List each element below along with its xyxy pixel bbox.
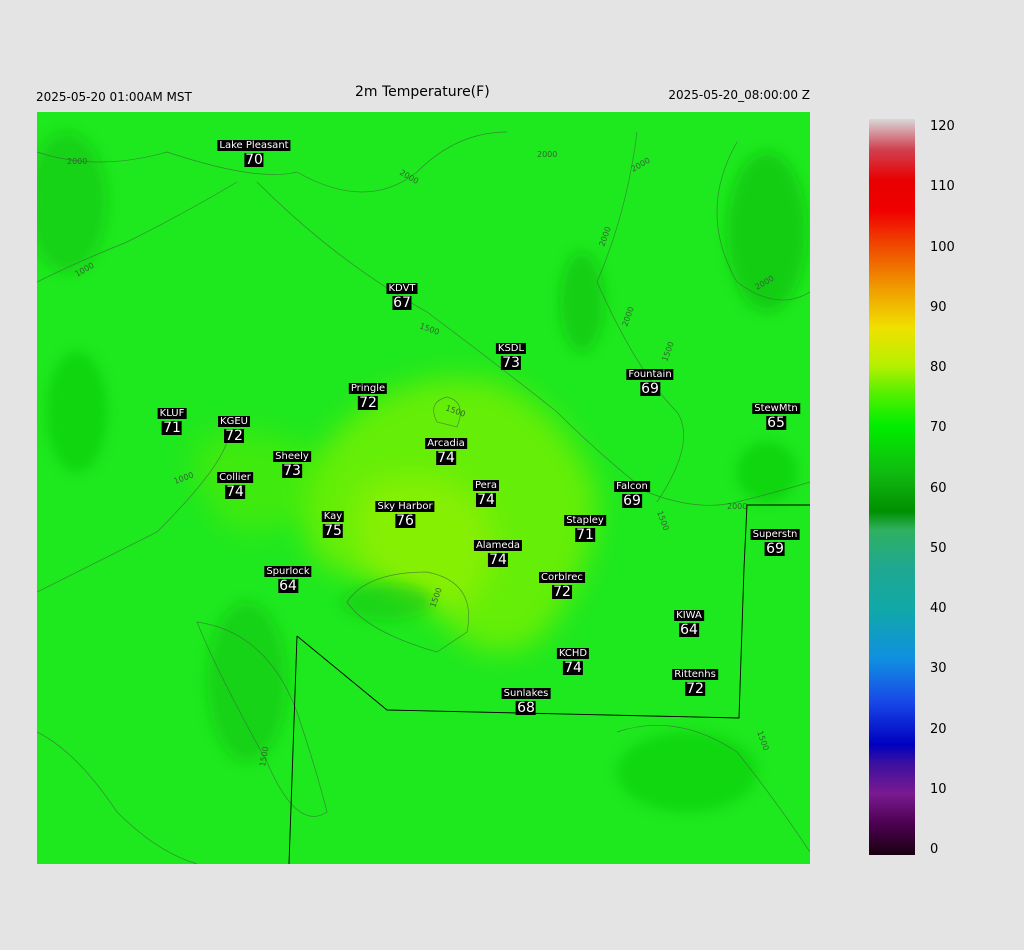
- station-name: Pera: [472, 480, 500, 491]
- station-name: StewMtn: [752, 403, 800, 414]
- station-marker: Kay 75: [321, 511, 345, 539]
- station-temperature: 76: [395, 513, 415, 529]
- station-marker: Pera 74: [472, 480, 500, 508]
- station-temperature: 75: [323, 523, 343, 539]
- colorbar-tick-label: 50: [930, 540, 947, 556]
- station-marker: KLUF 71: [157, 408, 187, 436]
- station-marker: Fountain 69: [626, 369, 674, 397]
- station-marker: Rittenhs 72: [672, 669, 718, 696]
- station-name: Rittenhs: [672, 669, 718, 680]
- station-name: Falcon: [614, 481, 650, 492]
- station-marker: KGEU 72: [218, 416, 250, 443]
- station-name: KGEU: [218, 416, 250, 427]
- colorbar-tick-label: 10: [930, 781, 947, 797]
- station-name: Sky Harbor: [375, 501, 435, 512]
- station-name: Arcadia: [425, 438, 467, 449]
- station-name: Kay: [321, 511, 345, 522]
- temperature-map: 2000 2000 2000 2000 2000 2000 2000 1500 …: [37, 112, 810, 864]
- station-name: Spurlock: [264, 566, 312, 577]
- contour-label: 2000: [727, 502, 747, 511]
- station-marker: Collier 74: [217, 472, 253, 499]
- colorbar-tick-label: 70: [930, 420, 947, 436]
- station-temperature: 70: [244, 152, 264, 168]
- station-temperature: 67: [392, 295, 412, 311]
- station-temperature: 74: [436, 450, 456, 466]
- station-marker: Spurlock 64: [264, 566, 312, 594]
- station-temperature: 74: [476, 492, 496, 508]
- colorbar-tick-label: 0: [930, 842, 939, 857]
- station-marker: Lake Pleasant 70: [217, 140, 291, 168]
- station-name: Pringle: [348, 383, 388, 394]
- colorbar-tick-label: 90: [930, 299, 947, 315]
- station-name: KCHD: [556, 648, 590, 659]
- colorbar-tick-label: 110: [930, 179, 955, 195]
- station-temperature: 73: [282, 463, 302, 479]
- station-temperature: 68: [516, 700, 536, 716]
- colorbar-tick-label: 60: [930, 480, 947, 496]
- station-temperature: 69: [765, 541, 785, 557]
- station-marker: Pringle 72: [348, 383, 388, 411]
- station-marker: Corblrec 72: [539, 572, 585, 599]
- station-marker: Alameda 74: [473, 540, 523, 568]
- station-marker: Stapley 71: [564, 515, 606, 542]
- station-temperature: 72: [224, 428, 244, 444]
- station-temperature: 71: [575, 527, 595, 543]
- station-temperature: 72: [552, 584, 572, 600]
- station-name: Collier: [217, 472, 253, 483]
- station-name: Sheely: [273, 451, 311, 462]
- valid-time-utc: 2025-05-20_08:00:00 Z: [668, 88, 810, 102]
- station-name: KSDL: [495, 343, 527, 354]
- station-marker: Sheely 73: [273, 451, 311, 478]
- station-temperature: 73: [501, 355, 521, 371]
- station-marker: KDVT 67: [386, 283, 418, 311]
- colorbar-tick-label: 40: [930, 601, 947, 616]
- station-temperature: 69: [640, 381, 660, 397]
- station-temperature: 74: [488, 552, 508, 568]
- station-marker: KSDL 73: [495, 343, 527, 371]
- station-name: Corblrec: [539, 572, 585, 583]
- station-name: Superstn: [750, 529, 800, 540]
- colorbar-tick-label: 80: [930, 360, 947, 375]
- contour-label: 2000: [67, 157, 87, 166]
- map-title: 2m Temperature(F): [355, 84, 490, 100]
- valid-time-local: 2025-05-20 01:00AM MST: [36, 90, 192, 104]
- contour-label: 2000: [537, 150, 557, 159]
- station-marker: Arcadia 74: [425, 438, 467, 465]
- station-temperature: 69: [622, 493, 642, 509]
- station-temperature: 74: [225, 484, 245, 500]
- station-temperature: 72: [358, 395, 378, 411]
- station-name: KIWA: [674, 610, 704, 621]
- colorbar-tick-label: 120: [930, 119, 955, 134]
- station-marker: Sunlakes 68: [501, 688, 551, 716]
- station-marker: Superstn 69: [750, 529, 800, 557]
- station-name: Stapley: [564, 515, 606, 526]
- colorbar-tick-label: 30: [930, 661, 947, 677]
- station-marker: KCHD 74: [556, 648, 590, 676]
- station-name: KDVT: [386, 283, 418, 294]
- colorbar-tick-label: 100: [930, 239, 955, 255]
- station-name: KLUF: [157, 408, 187, 419]
- colorbar: [869, 119, 915, 855]
- station-marker: Falcon 69: [614, 481, 650, 508]
- station-name: Sunlakes: [501, 688, 551, 699]
- station-temperature: 65: [766, 415, 786, 431]
- station-temperature: 72: [685, 681, 705, 697]
- station-temperature: 71: [162, 420, 182, 436]
- station-temperature: 64: [679, 622, 699, 638]
- station-marker: StewMtn 65: [752, 403, 800, 430]
- temperature-field: 2000 2000 2000 2000 2000 2000 2000 1500 …: [37, 112, 810, 864]
- station-marker: Sky Harbor 76: [375, 501, 435, 529]
- station-name: Fountain: [626, 369, 674, 380]
- station-marker: KIWA 64: [674, 610, 704, 637]
- station-temperature: 64: [278, 578, 298, 594]
- station-name: Alameda: [473, 540, 523, 551]
- colorbar-tick-label: 20: [930, 721, 947, 737]
- station-temperature: 74: [563, 660, 583, 676]
- station-name: Lake Pleasant: [217, 140, 291, 151]
